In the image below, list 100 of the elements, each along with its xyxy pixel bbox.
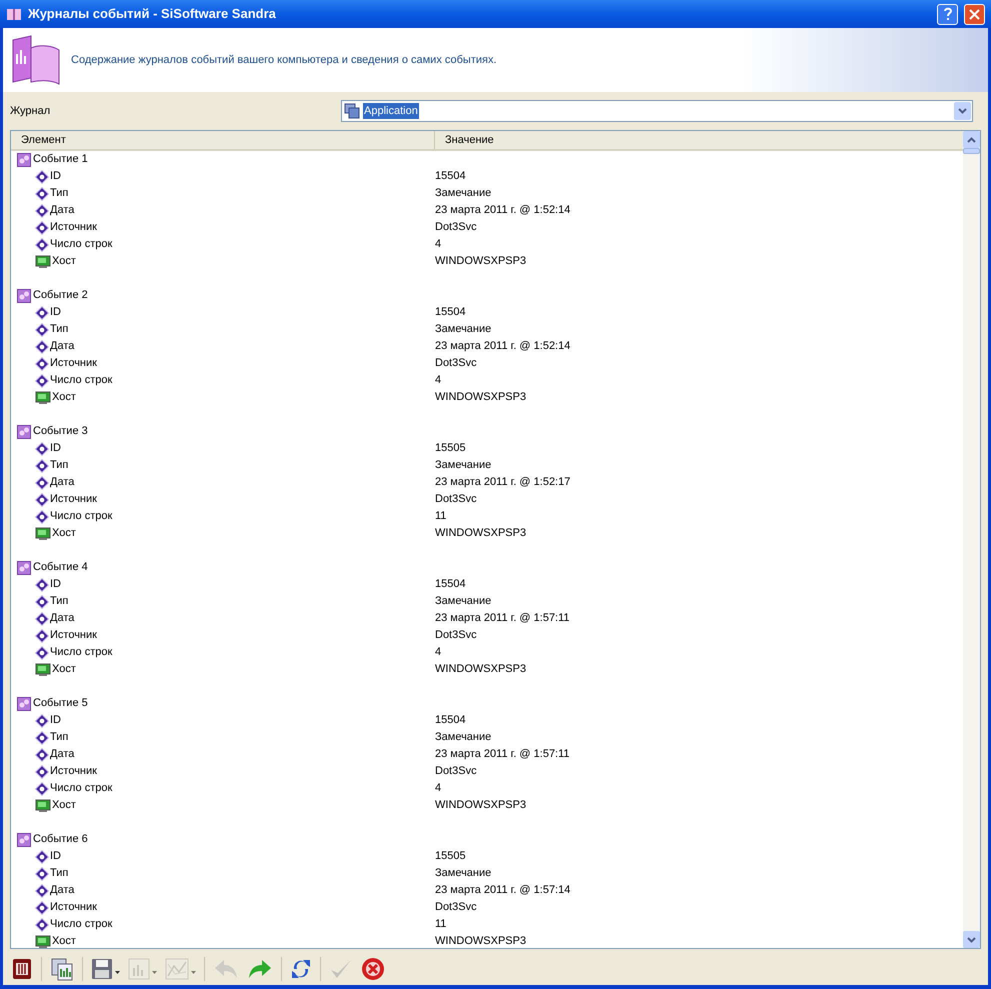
- diamond-icon: [35, 458, 49, 472]
- caret-icon: [191, 971, 196, 974]
- monitor-icon: [35, 390, 51, 404]
- device-icon: [11, 956, 33, 980]
- field-name: Хост: [52, 934, 76, 948]
- windows-icon: [344, 103, 360, 119]
- field-value: WINDOWSXPSP3: [435, 526, 526, 542]
- field-name: ID: [50, 849, 61, 864]
- field-name: Число строк: [50, 373, 112, 388]
- field-value: 23 марта 2011 г. @ 1:57:14: [435, 883, 570, 898]
- field-value: 23 марта 2011 г. @ 1:57:11: [435, 747, 570, 762]
- field-name: Хост: [52, 526, 76, 542]
- field-name: Источник: [50, 492, 97, 508]
- field-value: 11: [435, 509, 446, 524]
- dropdown-button[interactable]: [954, 102, 971, 120]
- event-icon: [17, 560, 31, 574]
- diamond-icon: [35, 866, 49, 880]
- field-name: Число строк: [50, 509, 112, 524]
- field-value: Dot3Svc: [435, 628, 477, 644]
- field-value: Dot3Svc: [435, 220, 477, 236]
- diamond-icon: [35, 340, 49, 354]
- field-name: Тип: [50, 594, 68, 610]
- diamond-icon: [35, 306, 49, 320]
- save-icon: [91, 958, 113, 980]
- field-value: Dot3Svc: [435, 492, 477, 508]
- diamond-icon: [35, 374, 49, 388]
- column-header[interactable]: Элемент: [11, 131, 435, 149]
- diamond-icon: [35, 730, 49, 744]
- event-icon: [17, 832, 31, 846]
- diamond-icon: [35, 782, 49, 796]
- field-name: Тип: [50, 730, 68, 746]
- field-name: ID: [50, 577, 61, 592]
- log-dropdown[interactable]: Application: [341, 100, 973, 122]
- field-value: 15505: [435, 441, 466, 456]
- help-icon: [942, 7, 952, 21]
- field-value: 4: [435, 373, 442, 388]
- diamond-icon: [35, 322, 49, 336]
- diamond-icon: [35, 764, 49, 778]
- diamond-icon: [35, 748, 49, 762]
- field-name: Тип: [50, 458, 68, 474]
- field-name: Источник: [50, 764, 97, 780]
- event-icon: [17, 288, 31, 302]
- event-title[interactable]: Событие 6: [33, 831, 88, 848]
- scroll-up-button[interactable]: [963, 131, 980, 148]
- field-value: WINDOWSXPSP3: [435, 254, 526, 270]
- event-icon: [17, 152, 31, 166]
- scroll-thumb[interactable]: [963, 148, 980, 154]
- field-value: 23 марта 2011 г. @ 1:52:14: [435, 339, 570, 354]
- field-value: Замечание: [435, 322, 492, 338]
- event-title[interactable]: Событие 4: [33, 559, 88, 576]
- bar-chart-icon: [128, 958, 150, 980]
- scroll-down-button[interactable]: [963, 931, 980, 948]
- chevron-down-icon: [958, 108, 967, 114]
- diamond-icon: [35, 476, 49, 490]
- event-icon: [17, 696, 31, 710]
- diamond-icon: [35, 918, 49, 932]
- field-name: Хост: [52, 390, 76, 406]
- column-header[interactable]: Значение: [435, 131, 963, 149]
- field-value: Dot3Svc: [435, 900, 477, 916]
- field-name: Тип: [50, 186, 68, 202]
- event-title[interactable]: Событие 1: [33, 151, 88, 168]
- event-icon: [17, 424, 31, 438]
- field-name: Число строк: [50, 645, 112, 660]
- field-value: 23 марта 2011 г. @ 1:52:14: [435, 203, 570, 218]
- field-name: ID: [50, 169, 61, 184]
- field-name: Число строк: [50, 781, 112, 796]
- diamond-icon: [35, 884, 49, 898]
- diamond-icon: [35, 492, 49, 506]
- close-button[interactable]: [964, 4, 985, 24]
- field-name: Источник: [50, 220, 97, 236]
- monitor-icon: [35, 254, 51, 268]
- book-chart-icon: [11, 34, 61, 86]
- field-value: Замечание: [435, 594, 492, 610]
- field-name: Тип: [50, 866, 68, 882]
- event-title[interactable]: Событие 3: [33, 423, 88, 440]
- field-name: Дата: [50, 475, 74, 490]
- diamond-icon: [35, 204, 49, 218]
- field-name: Дата: [50, 339, 74, 354]
- field-name: Дата: [50, 203, 74, 218]
- scrollbar[interactable]: [963, 131, 980, 948]
- diamond-icon: [35, 646, 49, 660]
- field-value: Замечание: [435, 186, 492, 202]
- field-name: Хост: [52, 662, 76, 678]
- chevron-up-icon: [967, 136, 976, 142]
- event-title[interactable]: Событие 2: [33, 287, 88, 304]
- description-text: Содержание журналов событий вашего компьютера и сведения о самих событиях.: [71, 52, 497, 68]
- event-title[interactable]: Событие 5: [33, 695, 88, 712]
- diamond-icon: [35, 238, 49, 252]
- help-button[interactable]: [937, 4, 958, 24]
- monitor-icon: [35, 526, 51, 540]
- diamond-icon: [35, 900, 49, 914]
- field-value: Замечание: [435, 730, 492, 746]
- diamond-icon: [35, 170, 49, 184]
- field-name: Источник: [50, 356, 97, 372]
- field-value: 4: [435, 645, 442, 660]
- field-name: Хост: [52, 254, 76, 270]
- caret-icon: [152, 971, 157, 974]
- field-value: 23 марта 2011 г. @ 1:52:17: [435, 475, 570, 490]
- field-name: Источник: [50, 900, 97, 916]
- field-value: Замечание: [435, 458, 492, 474]
